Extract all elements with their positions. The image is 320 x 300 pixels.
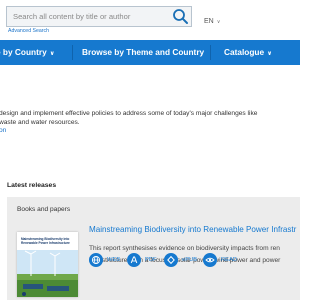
nav-label: e by Country [0, 47, 47, 57]
action-label: PDF [145, 257, 157, 263]
search-input[interactable] [7, 7, 173, 26]
action-epub[interactable]: ePUB [164, 253, 197, 267]
action-label: READ [221, 257, 238, 263]
globe-icon [89, 253, 103, 267]
chevron-down-icon: ∨ [49, 51, 55, 57]
intro-link[interactable]: on [0, 127, 300, 136]
language-selector[interactable]: EN ∨ [204, 18, 220, 25]
action-read[interactable]: READ [203, 253, 237, 267]
nav-browse-by-country[interactable]: e by Country ∨ [0, 47, 55, 57]
intro-line-1: design and implement effective policies … [0, 110, 258, 117]
search-button[interactable] [171, 8, 189, 25]
main-nav: e by Country ∨ Browse by Theme and Countr… [0, 40, 300, 65]
epub-icon [164, 253, 178, 267]
action-label: ePUB [182, 257, 198, 263]
advanced-search-link[interactable]: Advanced Search [8, 28, 49, 34]
publication-cover[interactable]: Mainstreaming Biodiversity into Renewabl… [17, 232, 78, 297]
nav-browse-by-theme-and-country[interactable]: Browse by Theme and Country [82, 47, 204, 57]
search-icon [173, 9, 188, 24]
nav-divider [72, 45, 73, 60]
cover-title: Mainstreaming Biodiversity into Renewabl… [21, 237, 70, 245]
nav-label: Browse by Theme and Country [82, 47, 205, 57]
action-label: WEB [107, 257, 121, 263]
nav-divider [210, 45, 211, 60]
language-label: EN [204, 18, 214, 25]
eye-icon [203, 253, 217, 267]
publication-title[interactable]: Mainstreaming Biodiversity into Renewabl… [89, 225, 296, 234]
action-web[interactable]: WEB [89, 253, 120, 267]
cover-illustration [17, 250, 78, 297]
chevron-down-icon: ∨ [216, 19, 221, 25]
intro-line-2: waste and water resources. [0, 118, 80, 126]
latest-releases-heading: Latest releases [7, 182, 57, 189]
pdf-icon [127, 253, 141, 267]
action-pdf[interactable]: PDF [127, 253, 157, 267]
chevron-down-icon: ∨ [267, 51, 272, 57]
panel-heading: Books and papers [17, 206, 71, 213]
latest-releases-panel: Books and papers Mainstreaming Biodivers… [7, 197, 300, 300]
intro-text: design and implement effective policies … [0, 110, 300, 136]
search-box [6, 6, 192, 27]
nav-catalogue[interactable]: Catalogue ∨ [224, 47, 272, 57]
nav-label: Catalogue [224, 47, 265, 57]
top-bar: Advanced Search EN∨ [0, 0, 300, 40]
